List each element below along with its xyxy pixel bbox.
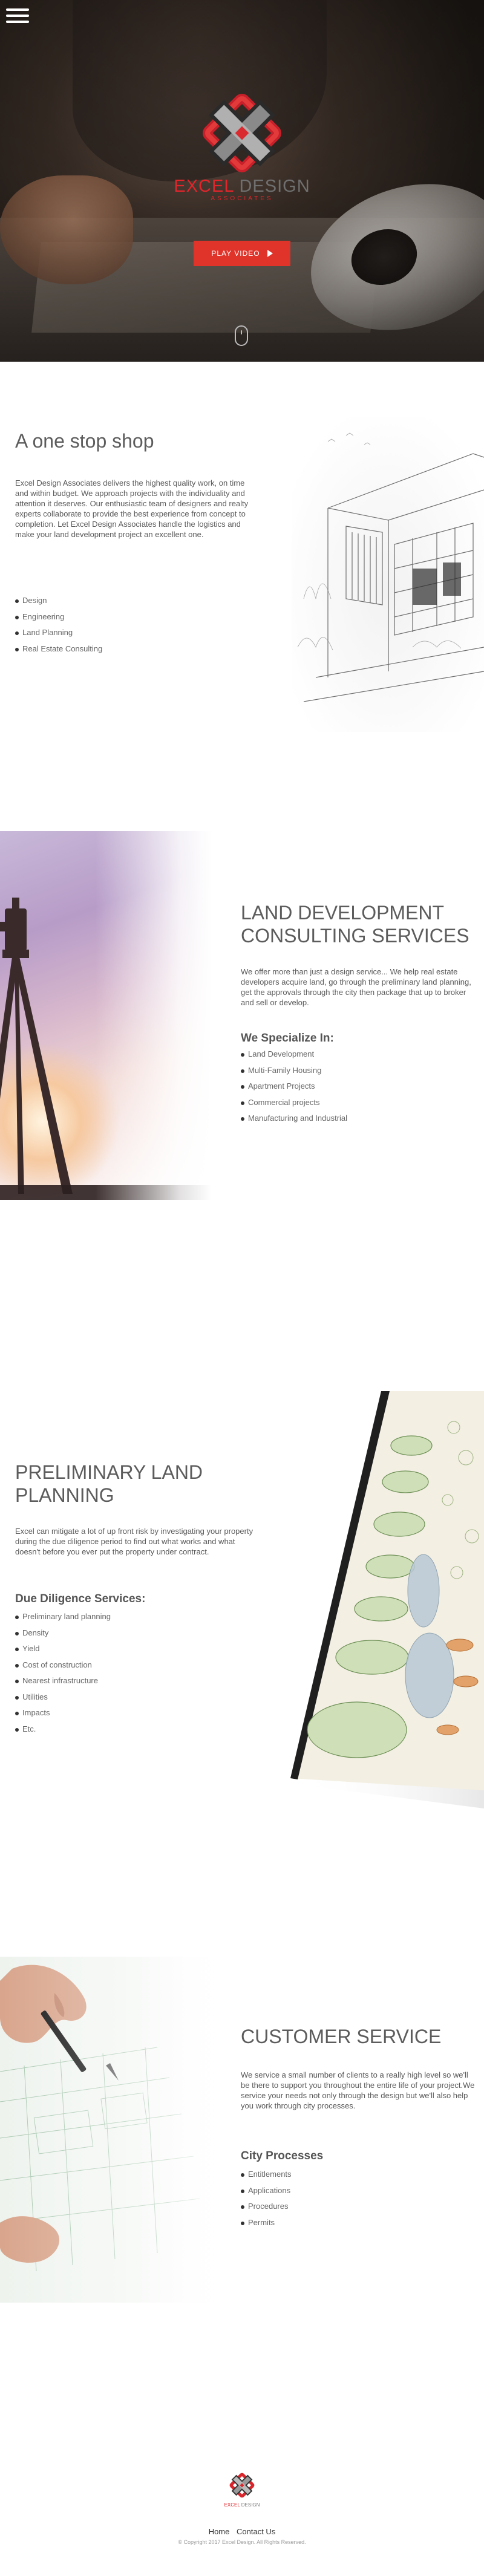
footer-logo-mark-icon (229, 2473, 255, 2498)
list-item: Preliminary land planning (15, 1609, 209, 1625)
land-dev-title: LAND DEVELOPMENT CONSULTING SERVICES (241, 902, 469, 947)
list-item: Impacts (15, 1705, 209, 1721)
list-item: Land Planning (15, 625, 197, 641)
list-item: Procedures (241, 2199, 434, 2215)
list-item: Design (15, 593, 197, 609)
one-stop-title: A one stop shop (15, 430, 154, 452)
list-item: Multi-Family Housing (241, 1063, 434, 1079)
prelim-list: Preliminary land planning Density Yield … (15, 1609, 209, 1737)
hamburger-menu-icon[interactable] (6, 8, 29, 27)
list-item: Density (15, 1625, 209, 1642)
prelim-title: PRELIMINARY LAND PLANNING (15, 1461, 203, 1506)
prelim-subtitle: Due Diligence Services: (15, 1593, 146, 1605)
list-item: Commercial projects (241, 1095, 434, 1111)
footer-wordmark: EXCEL DESIGN (216, 2502, 268, 2508)
list-item: Engineering (15, 609, 197, 625)
customer-service-list: Entitlements Applications Procedures Per… (241, 2167, 434, 2231)
list-item: Entitlements (241, 2167, 434, 2183)
footer-link-home[interactable]: Home (209, 2527, 230, 2536)
list-item: Apartment Projects (241, 1078, 434, 1095)
list-item: Applications (241, 2183, 434, 2199)
logo-word-excel: EXCEL (174, 177, 234, 196)
play-video-button[interactable]: PLAY VIDEO (194, 241, 290, 266)
customer-service-title: CUSTOMER SERVICE (241, 2026, 442, 2047)
footer-nav: Home Contact Us (0, 2527, 484, 2536)
land-dev-list: Land Development Multi-Family Housing Ap… (241, 1046, 434, 1127)
logo-word-design: DESIGN (239, 177, 310, 196)
house-sketch-image (292, 417, 484, 732)
footer-word-excel: EXCEL (224, 2502, 240, 2508)
footer-logo[interactable]: EXCEL DESIGN (216, 2472, 268, 2509)
surveyor-tripod-image (0, 831, 212, 1200)
one-stop-list: Design Engineering Land Planning Real Es… (15, 593, 197, 657)
copyright-text: © Copyright 2017 Excel Design. All Right… (178, 2539, 306, 2545)
prelim-text: Excel can mitigate a lot of up front ris… (15, 1527, 253, 1556)
list-item: Land Development (241, 1046, 434, 1063)
list-item: Utilities (15, 1689, 209, 1706)
hero-section: EXCEL DESIGN ASSOCIATES PLAY VIDEO (0, 0, 484, 362)
play-video-label: PLAY VIDEO (211, 249, 260, 258)
land-dev-subtitle: We Specialize In: (241, 1032, 334, 1045)
landscape-plan-image (284, 1391, 484, 1808)
customer-service-text: We service a small number of clients to … (241, 2070, 475, 2110)
land-dev-text: We offer more than just a design service… (241, 967, 471, 1007)
play-icon (267, 250, 273, 257)
one-stop-text: Excel Design Associates delivers the hig… (15, 478, 249, 539)
list-item: Cost of construction (15, 1657, 209, 1674)
customer-service-subtitle: City Processes (241, 2150, 324, 2162)
logo-mark-icon (203, 94, 281, 172)
list-item: Nearest infrastructure (15, 1673, 209, 1689)
blueprint-drafting-image (0, 1957, 230, 2303)
image-fade-overlay (0, 831, 212, 1200)
footer-word-design: DESIGN (241, 2502, 260, 2508)
list-item: Real Estate Consulting (15, 641, 197, 657)
footer-link-contact[interactable]: Contact Us (237, 2527, 275, 2536)
list-item: Etc. (15, 1721, 209, 1738)
list-item: Manufacturing and Industrial (241, 1110, 434, 1127)
hero-logo: EXCEL DESIGN ASSOCIATES (159, 91, 325, 212)
list-item: Permits (241, 2215, 434, 2231)
mouse-scroll-icon[interactable] (235, 325, 248, 346)
list-item: Yield (15, 1641, 209, 1657)
logo-wordmark: EXCEL DESIGN (159, 177, 325, 197)
